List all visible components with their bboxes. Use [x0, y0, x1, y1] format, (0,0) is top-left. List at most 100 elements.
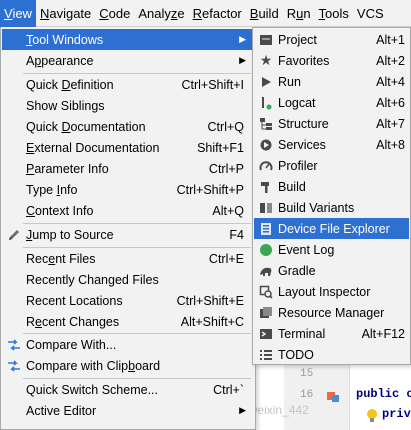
submenu-item-terminal[interactable]: Terminal Alt+F12	[254, 323, 409, 344]
menu-code[interactable]: Code	[95, 0, 134, 27]
menu-vcs[interactable]: VCS	[353, 0, 388, 27]
submenu-arrow-icon: ▶	[239, 34, 246, 44]
menu-item-label: Terminal	[278, 326, 326, 341]
menu-refactor[interactable]: Refactor	[189, 0, 246, 27]
menu-item-compare-with[interactable]: Compare With...	[2, 334, 254, 355]
menu-item-external-documentation[interactable]: External Documentation Shift+F1	[2, 137, 254, 158]
code-editor[interactable]: 15 16 public c priv	[284, 360, 411, 430]
shortcut: Alt+8	[376, 137, 405, 152]
menu-item-label: Parameter Info	[26, 161, 109, 176]
code-line-17: priv	[382, 407, 411, 421]
menu-item-appearance[interactable]: Appearance ▶	[2, 50, 254, 71]
menu-navigate[interactable]: Navigate	[36, 0, 95, 27]
menu-item-label: Quick Definition	[26, 77, 114, 92]
menu-item-label: Recent Locations	[26, 293, 123, 308]
menu-tools[interactable]: Tools	[315, 0, 353, 27]
submenu-arrow-icon: ▶	[239, 405, 246, 415]
menu-item-label: Quick Switch Scheme...	[26, 382, 158, 397]
menu-item-recent-locations[interactable]: Recent Locations Ctrl+Shift+E	[2, 290, 254, 311]
menu-item-label: Quick Documentation	[26, 119, 146, 134]
device-file-explorer-icon	[259, 222, 273, 236]
menu-item-compare-with-clipboard[interactable]: Compare with Clipboard	[2, 355, 254, 376]
menu-item-type-info[interactable]: Type Info Ctrl+Shift+P	[2, 179, 254, 200]
line-number: 15	[300, 368, 314, 380]
submenu-item-structure[interactable]: Structure Alt+7	[254, 113, 409, 134]
menu-build[interactable]: Build	[246, 0, 283, 27]
lightbulb-icon[interactable]	[366, 408, 378, 424]
submenu-item-layout-inspector[interactable]: Layout Inspector	[254, 281, 409, 302]
shortcut: Shift+F1	[197, 140, 244, 155]
shortcut: Ctrl+Shift+E	[176, 293, 244, 308]
resource-manager-icon	[259, 306, 273, 320]
menu-item-label: Recently Changed Files	[26, 272, 159, 287]
menu-item-label: Tool Windows	[26, 32, 104, 47]
submenu-item-run[interactable]: Run Alt+4	[254, 71, 409, 92]
submenu-item-services[interactable]: Services Alt+8	[254, 134, 409, 155]
submenu-item-device-file-explorer[interactable]: Device File Explorer	[254, 218, 409, 239]
submenu-item-build[interactable]: Build	[254, 176, 409, 197]
shortcut: Alt+1	[376, 32, 405, 47]
menu-item-label: Type Info	[26, 182, 78, 197]
shortcut: Ctrl+Shift+P	[176, 182, 244, 197]
view-menu: Tool Windows ▶ Appearance ▶ Quick Defini…	[0, 27, 256, 430]
pencil-icon	[7, 228, 21, 242]
class-run-marker-icon[interactable]	[327, 390, 339, 402]
menu-item-quick-documentation[interactable]: Quick Documentation Ctrl+Q	[2, 116, 254, 137]
menu-item-label: Logcat	[278, 95, 316, 110]
menu-item-label: Resource Manager	[278, 305, 385, 320]
menu-item-label: Favorites	[278, 53, 330, 68]
submenu-item-logcat[interactable]: Logcat Alt+6	[254, 92, 409, 113]
menu-item-label: Build Variants	[278, 200, 355, 215]
menu-item-label: Recent Changes	[26, 314, 120, 329]
menu-item-active-editor[interactable]: Active Editor ▶	[2, 400, 254, 421]
menu-item-quick-definition[interactable]: Quick Definition Ctrl+Shift+I	[2, 74, 254, 95]
menu-item-tool-windows[interactable]: Tool Windows ▶	[2, 29, 254, 50]
menu-item-recent-changes[interactable]: Recent Changes Alt+Shift+C	[2, 311, 254, 332]
menu-item-label: Gradle	[278, 263, 316, 278]
menu-item-recent-files[interactable]: Recent Files Ctrl+E	[2, 248, 254, 269]
compare-icon	[7, 359, 21, 373]
menu-analyze[interactable]: Analyze	[134, 0, 188, 27]
menu-item-label: Recent Files	[26, 251, 96, 266]
gradle-icon	[259, 264, 273, 278]
submenu-item-todo[interactable]: TODO	[254, 344, 409, 365]
submenu-item-project[interactable]: Project Alt+1	[254, 29, 409, 50]
menu-item-recently-changed-files[interactable]: Recently Changed Files	[2, 269, 254, 290]
submenu-item-resource-manager[interactable]: Resource Manager	[254, 302, 409, 323]
menu-run[interactable]: Run	[283, 0, 315, 27]
shortcut: Alt+6	[376, 95, 405, 110]
menu-item-label: Run	[278, 74, 301, 89]
shortcut: Ctrl+Shift+I	[181, 77, 244, 92]
menu-item-show-siblings[interactable]: Show Siblings	[2, 95, 254, 116]
menu-item-quick-switch-scheme[interactable]: Quick Switch Scheme... Ctrl+`	[2, 379, 254, 400]
shortcut: Alt+7	[376, 116, 405, 131]
play-icon	[259, 75, 273, 89]
menu-item-label: Jump to Source	[26, 227, 114, 242]
terminal-icon	[259, 327, 273, 341]
submenu-item-event-log[interactable]: Event Log	[254, 239, 409, 260]
menu-item-label: Profiler	[278, 158, 318, 173]
menu-item-label: Device File Explorer	[278, 221, 390, 236]
menu-item-context-info[interactable]: Context Info Alt+Q	[2, 200, 254, 221]
submenu-item-profiler[interactable]: Profiler	[254, 155, 409, 176]
menu-item-label: Layout Inspector	[278, 284, 371, 299]
submenu-item-favorites[interactable]: ★ Favorites Alt+2	[254, 50, 409, 71]
menu-item-label: Compare with Clipboard	[26, 358, 161, 373]
event-log-icon	[259, 243, 273, 257]
shortcut: Alt+Q	[212, 203, 244, 218]
shortcut: Alt+2	[376, 53, 405, 68]
menu-item-jump-to-source[interactable]: Jump to Source F4	[2, 224, 254, 245]
logcat-icon	[259, 96, 273, 110]
services-icon	[259, 138, 273, 152]
todo-icon	[259, 348, 273, 362]
shortcut: Alt+4	[376, 74, 405, 89]
submenu-item-build-variants[interactable]: Build Variants	[254, 197, 409, 218]
submenu-item-gradle[interactable]: Gradle	[254, 260, 409, 281]
structure-icon	[259, 117, 273, 131]
menu-item-label: Compare With...	[26, 337, 117, 352]
menu-item-label: Event Log	[278, 242, 335, 257]
menu-item-label: Build	[278, 179, 306, 194]
menu-item-parameter-info[interactable]: Parameter Info Ctrl+P	[2, 158, 254, 179]
menu-view[interactable]: View	[0, 0, 36, 27]
code-line-16: public c	[356, 387, 411, 401]
